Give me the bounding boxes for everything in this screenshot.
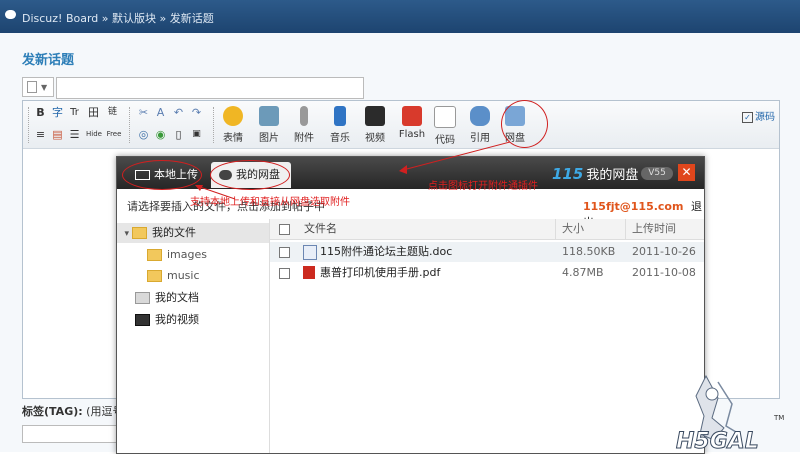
globe-icon[interactable]: ◎ — [137, 128, 150, 141]
tree-item-music[interactable]: music — [117, 266, 269, 286]
folder-icon — [132, 227, 147, 239]
top-bar: Discuz! Board » 默认版块 » 发新话题 — [0, 0, 800, 33]
redo-icon[interactable]: ↷ — [190, 106, 203, 119]
svg-text:TM: TM — [773, 414, 784, 422]
breadcrumb-current: 发新话题 — [169, 12, 214, 25]
tag-label: 标签(TAG): (用逗号 — [22, 405, 124, 418]
undo-icon[interactable]: ↶ — [172, 106, 185, 119]
flash-icon — [402, 106, 422, 126]
post-type-select[interactable]: ▼ — [22, 77, 54, 97]
media-icon[interactable]: ◉ — [154, 128, 167, 141]
breadcrumb-forum[interactable]: 默认版块 — [112, 12, 156, 25]
paperclip-icon — [300, 106, 308, 126]
chevron-down-icon[interactable]: ▾ — [117, 224, 129, 244]
file-checkbox[interactable] — [279, 247, 290, 258]
tag-input[interactable] — [22, 425, 120, 443]
brand-logo: 115 我的网盘 — [552, 165, 639, 183]
select-all-checkbox[interactable] — [279, 224, 290, 235]
attachment-button[interactable]: 附件 — [290, 106, 318, 144]
account-email: 115fjt@115.com — [583, 200, 684, 213]
file-size: 118.50KB — [562, 245, 616, 258]
watermark-logo: H5GAL TM — [676, 374, 784, 450]
breadcrumb-separator: » — [159, 12, 167, 25]
file-upload-time: 2011-10-08 — [632, 266, 696, 279]
font-size-icon[interactable]: Tr — [68, 106, 81, 119]
page-title: 发新话题 — [22, 53, 75, 68]
file-upload-time: 2011-10-26 — [632, 245, 696, 258]
annotation-arrow — [399, 141, 511, 174]
subject-input[interactable] — [56, 77, 364, 99]
file-name: 惠普打印机使用手册.pdf — [320, 266, 441, 279]
tree-item-my-files[interactable]: ▾ 我的文件 — [117, 223, 269, 243]
table-row[interactable]: 惠普打印机使用手册.pdf 4.87MB 2011-10-08 — [270, 263, 704, 283]
video-icon — [365, 106, 385, 126]
ordered-list-icon[interactable]: ☰ — [68, 128, 81, 141]
quote-bubble-icon — [470, 106, 490, 126]
source-mode-toggle[interactable]: ✓ 源码 — [742, 108, 775, 123]
font-icon[interactable]: 字 — [51, 106, 64, 119]
breadcrumb-separator: » — [101, 12, 109, 25]
chat-bubble-icon — [5, 10, 16, 19]
breadcrumb: Discuz! Board » 默认版块 » 发新话题 — [22, 10, 214, 26]
video-button[interactable]: 视频 — [361, 106, 389, 144]
annotation-text-middle: 支持本地上传和直接从网盘选取附件 — [190, 197, 350, 208]
music-button[interactable]: 音乐 — [326, 106, 354, 144]
bold-icon[interactable]: B — [34, 106, 47, 119]
source-label: 源码 — [755, 112, 775, 123]
table-row[interactable]: 115附件通论坛主题贴.doc 118.50KB 2011-10-26 — [270, 242, 704, 262]
image-button[interactable]: 图片 — [255, 106, 283, 144]
film-icon — [135, 314, 150, 326]
column-name[interactable]: 文件名 — [304, 219, 337, 239]
tree-item-my-documents[interactable]: 我的文档 — [117, 288, 269, 308]
text-box-icon[interactable]: ▣ — [190, 128, 203, 141]
file-list-header: 文件名 大小 上传时间 — [270, 219, 704, 240]
folder-icon — [147, 270, 162, 282]
folder-icon — [147, 249, 162, 261]
chevron-down-icon: ▼ — [41, 83, 48, 92]
cut-icon[interactable]: ✂ — [137, 106, 150, 119]
tree-item-images[interactable]: images — [117, 245, 269, 265]
align-left-icon[interactable]: ≡ — [34, 128, 47, 141]
emoticon-button[interactable]: 表情 — [219, 106, 247, 144]
word-doc-icon — [303, 245, 317, 260]
folder-tree: ▾ 我的文件 images music 我的文档 我的视频 — [117, 219, 270, 453]
flash-button[interactable]: Flash — [397, 106, 427, 140]
code-icon — [434, 106, 456, 128]
file-size: 4.87MB — [562, 266, 604, 279]
column-upload-time[interactable]: 上传时间 — [632, 219, 676, 239]
documents-folder-icon — [135, 292, 150, 304]
pdf-icon — [303, 266, 315, 279]
image-icon — [259, 106, 279, 126]
document-icon — [27, 81, 37, 93]
breadcrumb-site[interactable]: Discuz! Board — [22, 12, 98, 25]
free-icon[interactable]: Free — [106, 128, 122, 141]
source-checkbox[interactable]: ✓ — [742, 111, 753, 123]
column-size[interactable]: 大小 — [562, 219, 584, 239]
tree-item-my-videos[interactable]: 我的视频 — [117, 310, 269, 330]
file-checkbox[interactable] — [279, 268, 290, 279]
format-icon[interactable]: A — [154, 106, 167, 119]
file-list: 文件名 大小 上传时间 115附件通论坛主题贴.doc 118.50KB 201… — [270, 219, 704, 453]
annotation-text-right: 点击图标打开附件通插件 — [428, 181, 538, 192]
version-badge: V55 — [641, 167, 673, 180]
list-icon[interactable]: ▤ — [51, 128, 64, 141]
page-icon[interactable]: ▯ — [172, 128, 185, 141]
table-icon[interactable]: 田 — [87, 106, 100, 119]
close-button[interactable]: ✕ — [678, 164, 695, 181]
smiley-icon — [223, 106, 243, 126]
hide-icon[interactable]: Hide — [85, 128, 103, 141]
music-note-icon — [334, 106, 346, 126]
svg-text:H5GAL: H5GAL — [676, 429, 759, 450]
link-icon[interactable]: 链 — [106, 106, 119, 119]
file-name: 115附件通论坛主题贴.doc — [320, 245, 453, 258]
